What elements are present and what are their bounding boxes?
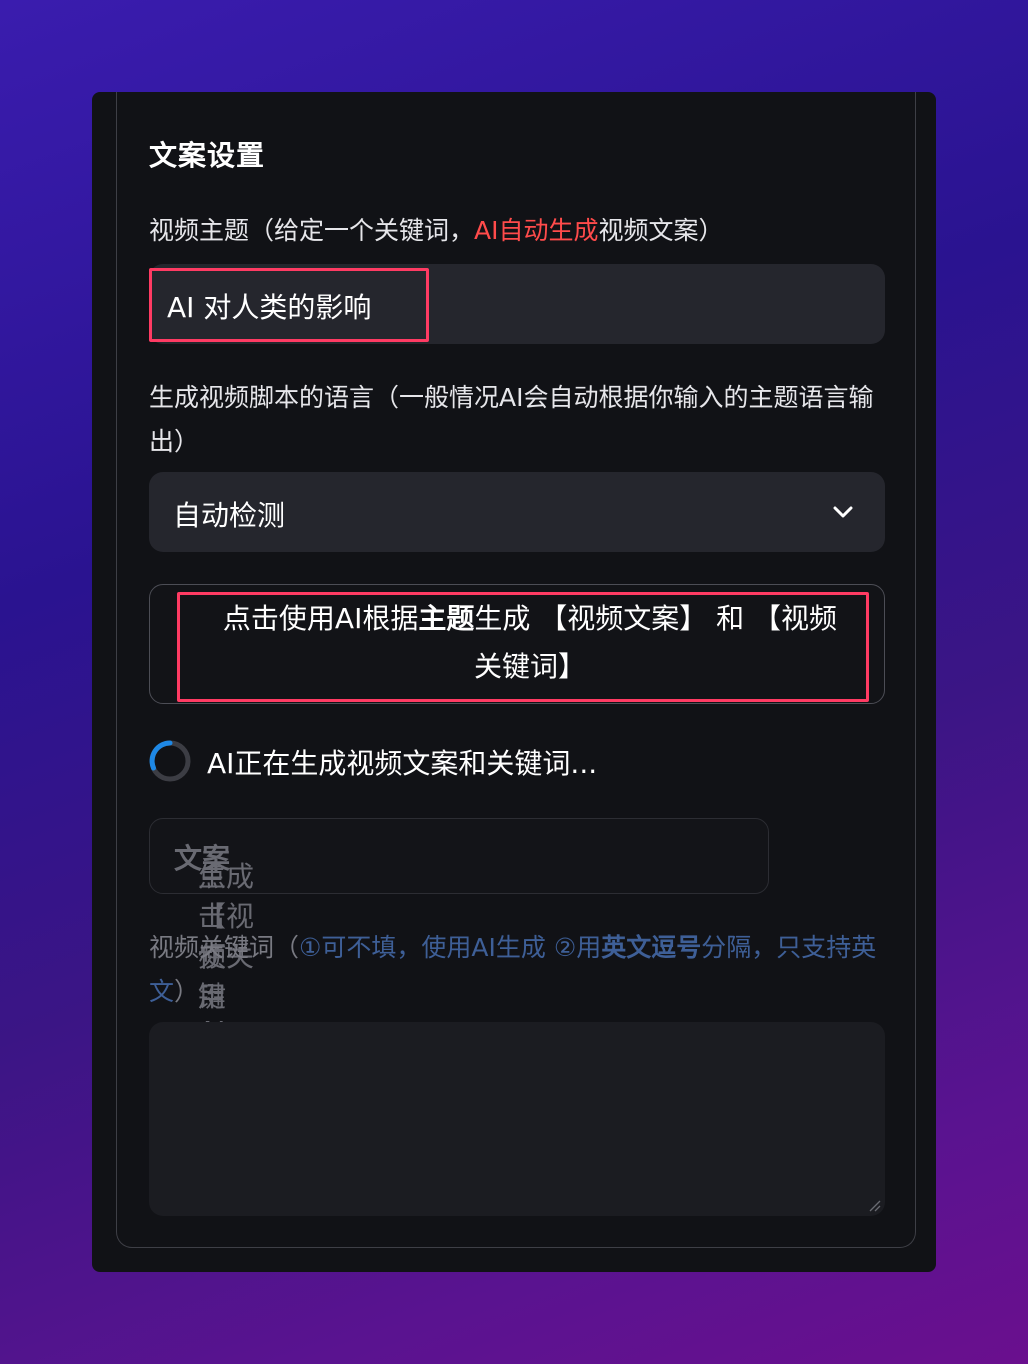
keywords-label-pre: 视频关键词（ xyxy=(149,933,300,962)
language-label: 生成视频脚本的语言（一般情况AI会自动根据你输入的主题语言输出） xyxy=(149,383,874,456)
topic-highlight-box xyxy=(149,268,429,342)
settings-panel: 文案设置 视频主题（给定一个关键词，AI自动生成视频文案） AI 对人类的影响 … xyxy=(92,92,936,1272)
generate-script-highlight-box xyxy=(177,592,869,702)
topic-label-post: 视频文案） xyxy=(598,216,724,245)
topic-label: 视频主题（给定一个关键词，AI自动生成视频文案） xyxy=(149,209,724,253)
generate-keywords-button-label: 点击使用AI根据文案生成【视频关键词】 xyxy=(174,837,254,1126)
resize-handle-icon[interactable] xyxy=(867,1198,881,1212)
topic-label-highlight: AI自动生成 xyxy=(474,216,599,245)
spinner-icon xyxy=(149,740,191,782)
keywords-textarea[interactable] xyxy=(149,1022,885,1216)
chevron-down-icon xyxy=(833,506,853,518)
keywords-label: 视频关键词（①可不填，使用AI生成 ②用英文逗号分隔，只支持英文） xyxy=(149,926,889,1014)
section-title: 文案设置 xyxy=(149,139,266,172)
language-select[interactable]: 自动检测 xyxy=(149,472,885,552)
generate-keywords-button[interactable]: 点击使用AI根据文案生成【视频关键词】 xyxy=(149,818,769,1126)
keywords-label-post: ） xyxy=(174,977,200,1006)
topic-label-pre: 视频主题（给定一个关键词， xyxy=(149,216,475,245)
loading-text: AI正在生成视频文案和关键词... xyxy=(207,747,598,780)
keywords-hint-1: ①可不填，使用AI生成 ②用 xyxy=(299,933,602,962)
settings-card: 文案设置 视频主题（给定一个关键词，AI自动生成视频文案） AI 对人类的影响 … xyxy=(116,92,916,1248)
keywords-hint-bold: 英文逗号 xyxy=(601,933,702,962)
language-selected-value: 自动检测 xyxy=(173,499,286,532)
